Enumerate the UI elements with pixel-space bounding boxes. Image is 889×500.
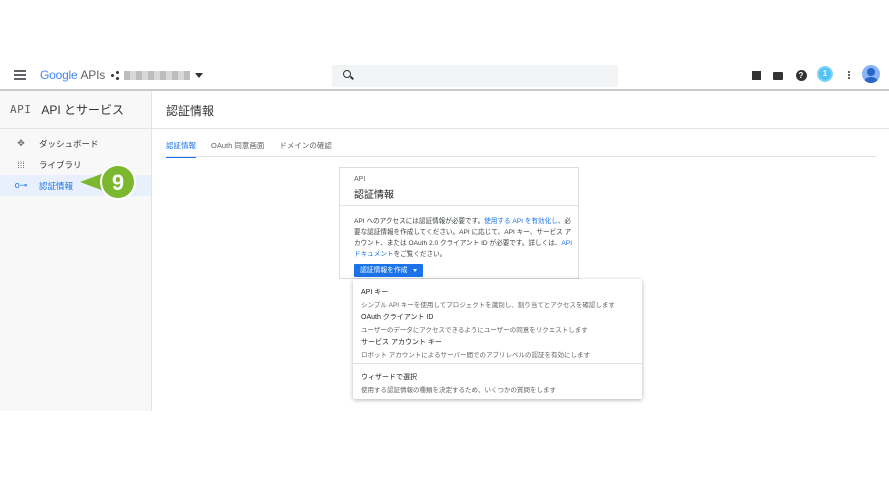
sidebar-item-dashboard[interactable]: ✥ ダッシュボード: [0, 133, 151, 154]
card-subtitle: API: [354, 176, 366, 183]
card-description: API へのアクセスには認証情報が必要です。使用する API を有効化し、必要な…: [354, 216, 574, 260]
divider: [166, 156, 876, 157]
callout-number: 9: [112, 170, 124, 195]
menu-item-title: ウィザードで選択: [361, 374, 417, 381]
google-apis-logo[interactable]: Google APIs: [40, 68, 105, 82]
desc-text: API へのアクセスには認証情報が必要です。: [354, 218, 485, 225]
notification-count: 1: [822, 69, 828, 78]
enable-api-link[interactable]: 使用する API を有効化し: [484, 218, 558, 225]
chevron-down-icon: [412, 269, 417, 272]
step-callout-badge: 9: [80, 164, 136, 200]
notifications-icon[interactable]: 1: [817, 66, 833, 82]
menu-item-title: サービス アカウント キー: [361, 339, 442, 346]
credentials-card: API 認証情報 API へのアクセスには認証情報が必要です。使用する API …: [339, 167, 579, 279]
divider: [152, 128, 889, 129]
create-credentials-button[interactable]: 認証情報を作成: [354, 264, 423, 277]
menu-item-oauth-client-id[interactable]: OAuth クライアント ID ユーザーのデータにアクセスできるようにユーザーの…: [361, 312, 588, 334]
divider: [353, 363, 642, 364]
menu-item-wizard[interactable]: ウィザードで選択 使用する認証情報の種類を決定するため、いくつかの質問をします: [361, 372, 556, 394]
sidebar-item-label: ライブラリ: [39, 159, 82, 170]
sidebar-item-label: ダッシュボード: [39, 138, 99, 149]
sidebar-item-label: 認証情報: [39, 180, 74, 191]
menu-item-desc: ロボット アカウントによるサーバー間でのアプリレベルの認証を有効にします: [361, 352, 591, 359]
divider: [340, 205, 578, 206]
chevron-down-icon: [195, 73, 203, 78]
menu-item-title: OAuth クライアント ID: [361, 314, 434, 321]
page-title: 認証情報: [166, 104, 215, 118]
project-name-redacted: [124, 71, 190, 80]
sidebar: API API とサービス ✥ ダッシュボード ⁞⁞⁞ ライブラリ o⊸ 認証情…: [0, 91, 152, 411]
feedback-icon[interactable]: [772, 70, 784, 82]
menu-item-service-account-key[interactable]: サービス アカウント キー ロボット アカウントによるサーバー間でのアプリレベル…: [361, 337, 590, 359]
top-app-bar: Google APIs ? 1: [0, 62, 889, 91]
project-selector[interactable]: [111, 71, 203, 80]
avatar[interactable]: [862, 65, 880, 83]
card-title: 認証情報: [354, 190, 394, 201]
menu-item-desc: シンプル API キーを使用してプロジェクトを識別し、割り当てとアクセスを確認し…: [361, 302, 615, 309]
sidebar-header: API API とサービス: [0, 91, 151, 129]
menu-item-desc: 使用する認証情報の種類を決定するため、いくつかの質問をします: [361, 387, 556, 394]
create-credentials-label: 認証情報を作成: [360, 267, 408, 274]
desc-text: をご覧ください。: [393, 251, 447, 258]
menu-item-desc: ユーザーのデータにアクセスできるようにユーザーの同意をリクエストします: [361, 327, 588, 334]
api-logo-mark: API: [10, 103, 32, 116]
menu-icon[interactable]: [14, 70, 26, 80]
gift-icon[interactable]: [750, 70, 762, 82]
project-icon: [111, 71, 120, 80]
logo-google-text: Google: [40, 68, 78, 82]
sidebar-title: API とサービス: [41, 103, 125, 117]
create-credentials-menu: API キー シンプル API キーを使用してプロジェクトを識別し、割り当てとア…: [353, 279, 642, 399]
search-input[interactable]: [332, 65, 618, 87]
library-icon: ⁞⁞⁞: [17, 159, 25, 170]
key-icon: o⊸: [14, 180, 28, 190]
more-vert-icon[interactable]: [843, 70, 855, 82]
logo-apis-text: APIs: [80, 68, 106, 82]
menu-item-title: API キー: [361, 289, 389, 296]
menu-item-api-key[interactable]: API キー シンプル API キーを使用してプロジェクトを識別し、割り当てとア…: [361, 287, 615, 309]
dashboard-icon: ✥: [17, 138, 25, 148]
help-icon[interactable]: ?: [795, 70, 807, 82]
search-icon: [343, 70, 351, 78]
